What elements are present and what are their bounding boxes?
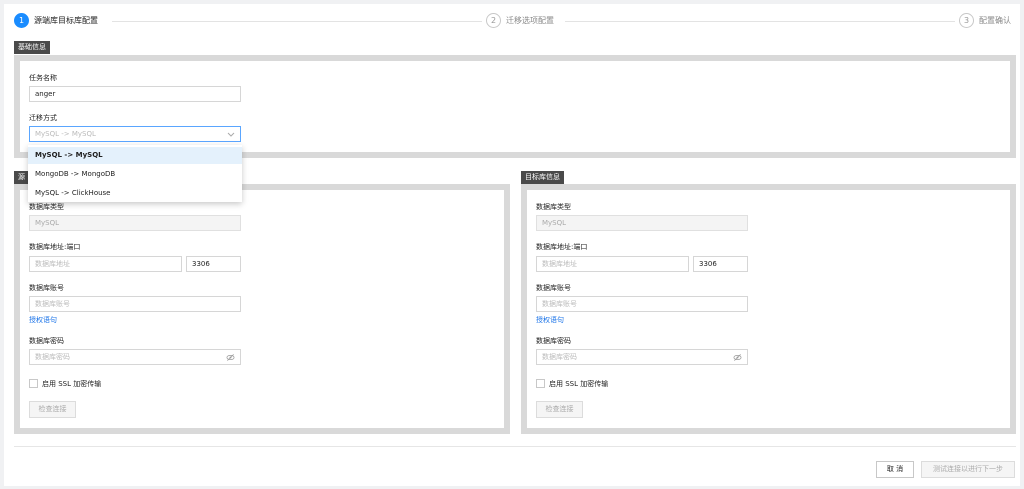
basic-info-header: 基础信息 bbox=[14, 41, 50, 54]
step-2-label: 迁移选项配置 bbox=[506, 15, 554, 25]
source-ssl-label: 启用 SSL 加密传输 bbox=[42, 380, 102, 388]
source-address-input[interactable]: 数据库地址 bbox=[29, 256, 182, 272]
basic-info-panel bbox=[14, 55, 1016, 158]
step-connector bbox=[112, 21, 482, 22]
migration-dropdown: MySQL -> MySQL MongoDB -> MongoDB MySQL … bbox=[28, 145, 242, 202]
source-password-label: 数据库密码 bbox=[29, 337, 64, 345]
step-3-label: 配置确认 bbox=[979, 15, 1011, 25]
target-address-input[interactable]: 数据库地址 bbox=[536, 256, 689, 272]
task-name-input[interactable]: anger bbox=[29, 86, 241, 102]
target-grant-statement-link[interactable]: 授权语句 bbox=[536, 315, 564, 325]
test-connection-next-button[interactable]: 测试连接以进行下一步 bbox=[921, 461, 1015, 478]
step-1-number: 1 bbox=[14, 12, 29, 28]
footer-divider bbox=[14, 446, 1016, 447]
step-2: 2 迁移选项配置 bbox=[486, 11, 554, 29]
step-2-number: 2 bbox=[486, 12, 501, 28]
target-check-connection-button[interactable]: 检查连接 bbox=[536, 401, 583, 418]
target-info-header: 目标库信息 bbox=[521, 171, 564, 184]
step-connector bbox=[565, 21, 955, 22]
source-check-connection-button[interactable]: 检查连接 bbox=[29, 401, 76, 418]
dropdown-option[interactable]: MongoDB -> MongoDB bbox=[28, 166, 242, 183]
migration-method-select[interactable]: MySQL -> MySQL bbox=[29, 126, 241, 142]
cancel-button[interactable]: 取 消 bbox=[876, 461, 914, 478]
source-port-input[interactable]: 3306 bbox=[186, 256, 241, 272]
target-password-input[interactable]: 数据库密码 bbox=[536, 349, 748, 365]
step-3: 3 配置确认 bbox=[959, 11, 1011, 29]
target-port-input[interactable]: 3306 bbox=[693, 256, 748, 272]
source-info-header: 源 bbox=[14, 171, 29, 184]
target-password-placeholder: 数据库密码 bbox=[542, 353, 577, 361]
source-password-input[interactable]: 数据库密码 bbox=[29, 349, 241, 365]
target-password-label: 数据库密码 bbox=[536, 337, 571, 345]
source-db-type-label: 数据库类型 bbox=[29, 203, 64, 211]
source-password-placeholder: 数据库密码 bbox=[35, 353, 70, 361]
source-address-label: 数据库地址:端口 bbox=[29, 243, 81, 251]
dropdown-option[interactable]: MySQL -> ClickHouse bbox=[28, 185, 242, 202]
migration-method-value: MySQL -> MySQL bbox=[35, 130, 96, 138]
source-ssl-checkbox[interactable] bbox=[29, 379, 38, 388]
target-account-input[interactable]: 数据库账号 bbox=[536, 296, 748, 312]
source-db-type-field: MySQL bbox=[29, 215, 241, 231]
eye-off-icon[interactable] bbox=[733, 353, 742, 362]
source-account-input[interactable]: 数据库账号 bbox=[29, 296, 241, 312]
chevron-down-icon bbox=[227, 132, 235, 137]
task-name-label: 任务名称 bbox=[29, 74, 57, 82]
target-ssl-label: 启用 SSL 加密传输 bbox=[549, 380, 609, 388]
step-3-number: 3 bbox=[959, 12, 974, 28]
dropdown-option[interactable]: MySQL -> MySQL bbox=[28, 147, 242, 164]
target-account-label: 数据库账号 bbox=[536, 284, 571, 292]
source-grant-statement-link[interactable]: 授权语句 bbox=[29, 315, 57, 325]
source-account-label: 数据库账号 bbox=[29, 284, 64, 292]
target-db-type-label: 数据库类型 bbox=[536, 203, 571, 211]
step-1-label: 源端库目标库配置 bbox=[34, 15, 98, 25]
target-address-label: 数据库地址:端口 bbox=[536, 243, 588, 251]
eye-off-icon[interactable] bbox=[226, 353, 235, 362]
target-ssl-checkbox[interactable] bbox=[536, 379, 545, 388]
target-db-type-field: MySQL bbox=[536, 215, 748, 231]
migration-method-label: 迁移方式 bbox=[29, 114, 57, 122]
step-1: 1 源端库目标库配置 bbox=[14, 11, 98, 29]
